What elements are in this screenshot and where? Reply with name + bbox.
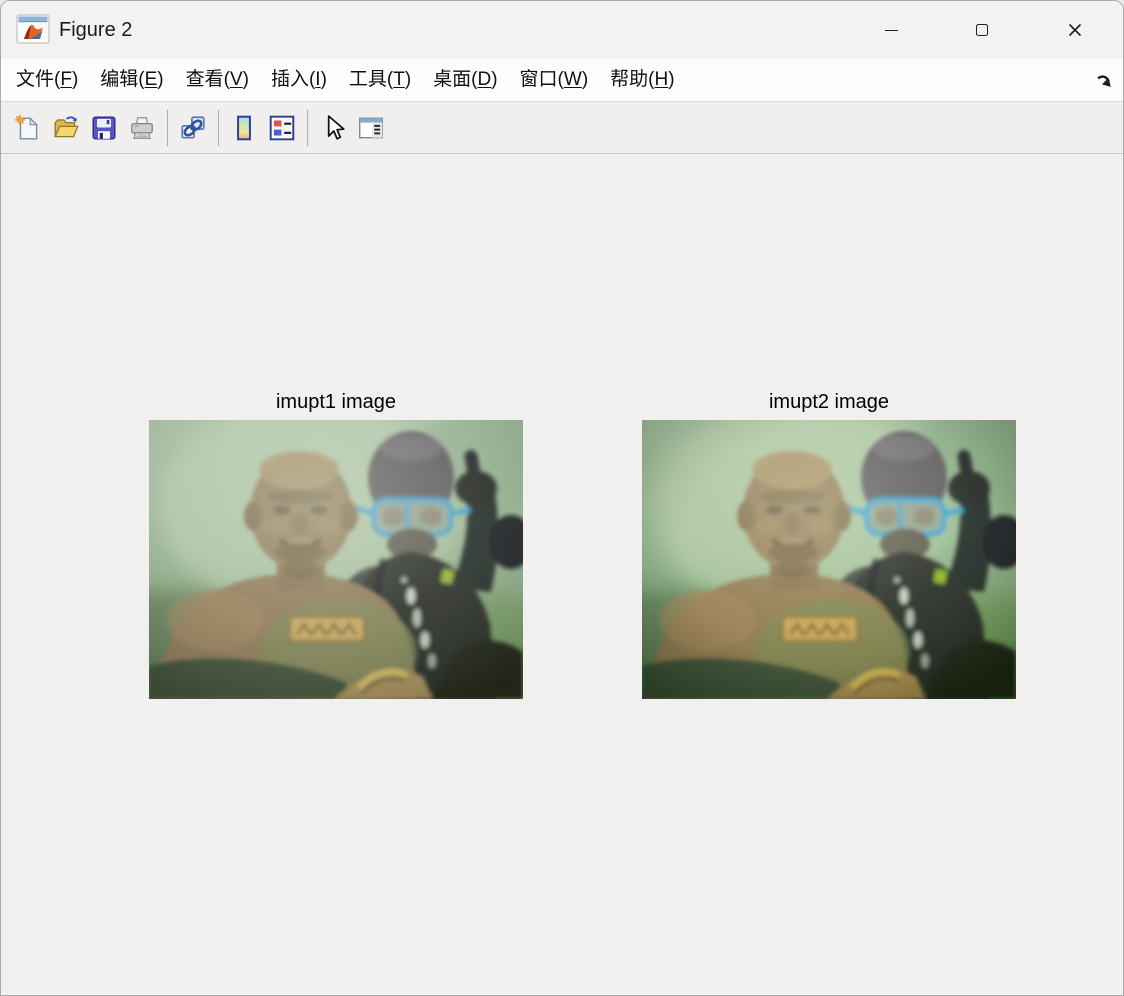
underwater-photo-1 — [149, 420, 523, 699]
minimize-button[interactable] — [859, 8, 923, 52]
close-icon — [1068, 23, 1082, 37]
figure-toolbar — [1, 102, 1123, 154]
maximize-button[interactable] — [950, 8, 1014, 52]
axes-1-image — [149, 420, 523, 699]
link-plot-icon — [181, 115, 205, 139]
toolbar-separator — [307, 109, 308, 146]
matlab-figure-icon — [16, 14, 50, 44]
save-figure-icon — [92, 116, 116, 139]
toolbar-separator — [167, 109, 168, 146]
new-figure-icon — [14, 114, 38, 139]
maximize-icon — [976, 24, 988, 36]
axes-2-title: imupt2 image — [768, 391, 890, 413]
menu-help[interactable]: 帮助(H) — [599, 59, 685, 101]
edit-plot-icon — [327, 114, 345, 140]
menu-file[interactable]: 文件(F) — [5, 59, 89, 101]
axes-1: imupt1 image — [149, 389, 523, 699]
axes-2-image — [642, 420, 1016, 699]
insert-legend-button[interactable] — [263, 108, 301, 148]
axes-2: imupt2 image — [642, 389, 1016, 699]
insert-colorbar-button[interactable] — [225, 108, 263, 148]
titlebar[interactable]: Figure 2 — [1, 1, 1123, 59]
link-plot-button[interactable] — [174, 108, 212, 148]
insert-legend-icon — [269, 115, 295, 140]
dock-figure-arrow-icon — [1096, 74, 1111, 87]
menu-tools[interactable]: 工具(T) — [338, 59, 422, 101]
property-inspector-icon — [358, 117, 384, 138]
window-title: Figure 2 — [59, 19, 133, 41]
axes-1-title: imupt1 image — [275, 391, 397, 413]
menu-edit[interactable]: 编辑(E) — [89, 59, 174, 101]
close-button[interactable] — [1043, 8, 1107, 52]
print-figure-icon — [131, 116, 153, 139]
open-file-icon — [54, 115, 79, 137]
menu-view[interactable]: 查看(V) — [175, 59, 260, 101]
open-file-button[interactable] — [47, 108, 85, 148]
minimize-icon — [884, 29, 898, 31]
menubar: 文件(F) 编辑(E) 查看(V) 插入(I) 工具(T) 桌面(D) 窗口(W… — [1, 59, 1123, 102]
matlab-figure-window: Figure 2 文件(F) 编辑(E) 查看(V) 插入(I) 工具(T) 桌… — [0, 0, 1124, 996]
figure-canvas: imupt1 image imupt2 image — [1, 154, 1123, 995]
dock-figure-button[interactable] — [1091, 67, 1117, 93]
new-figure-button[interactable] — [9, 108, 47, 148]
menu-window[interactable]: 窗口(W) — [509, 59, 600, 101]
save-figure-button[interactable] — [85, 108, 123, 148]
insert-colorbar-icon — [237, 115, 251, 140]
property-inspector-button[interactable] — [352, 108, 390, 148]
toolbar-separator — [218, 109, 219, 146]
menu-desktop[interactable]: 桌面(D) — [422, 59, 508, 101]
edit-plot-button[interactable] — [314, 108, 352, 148]
underwater-photo-2 — [642, 420, 1016, 699]
menu-insert[interactable]: 插入(I) — [260, 59, 338, 101]
print-figure-button[interactable] — [123, 108, 161, 148]
